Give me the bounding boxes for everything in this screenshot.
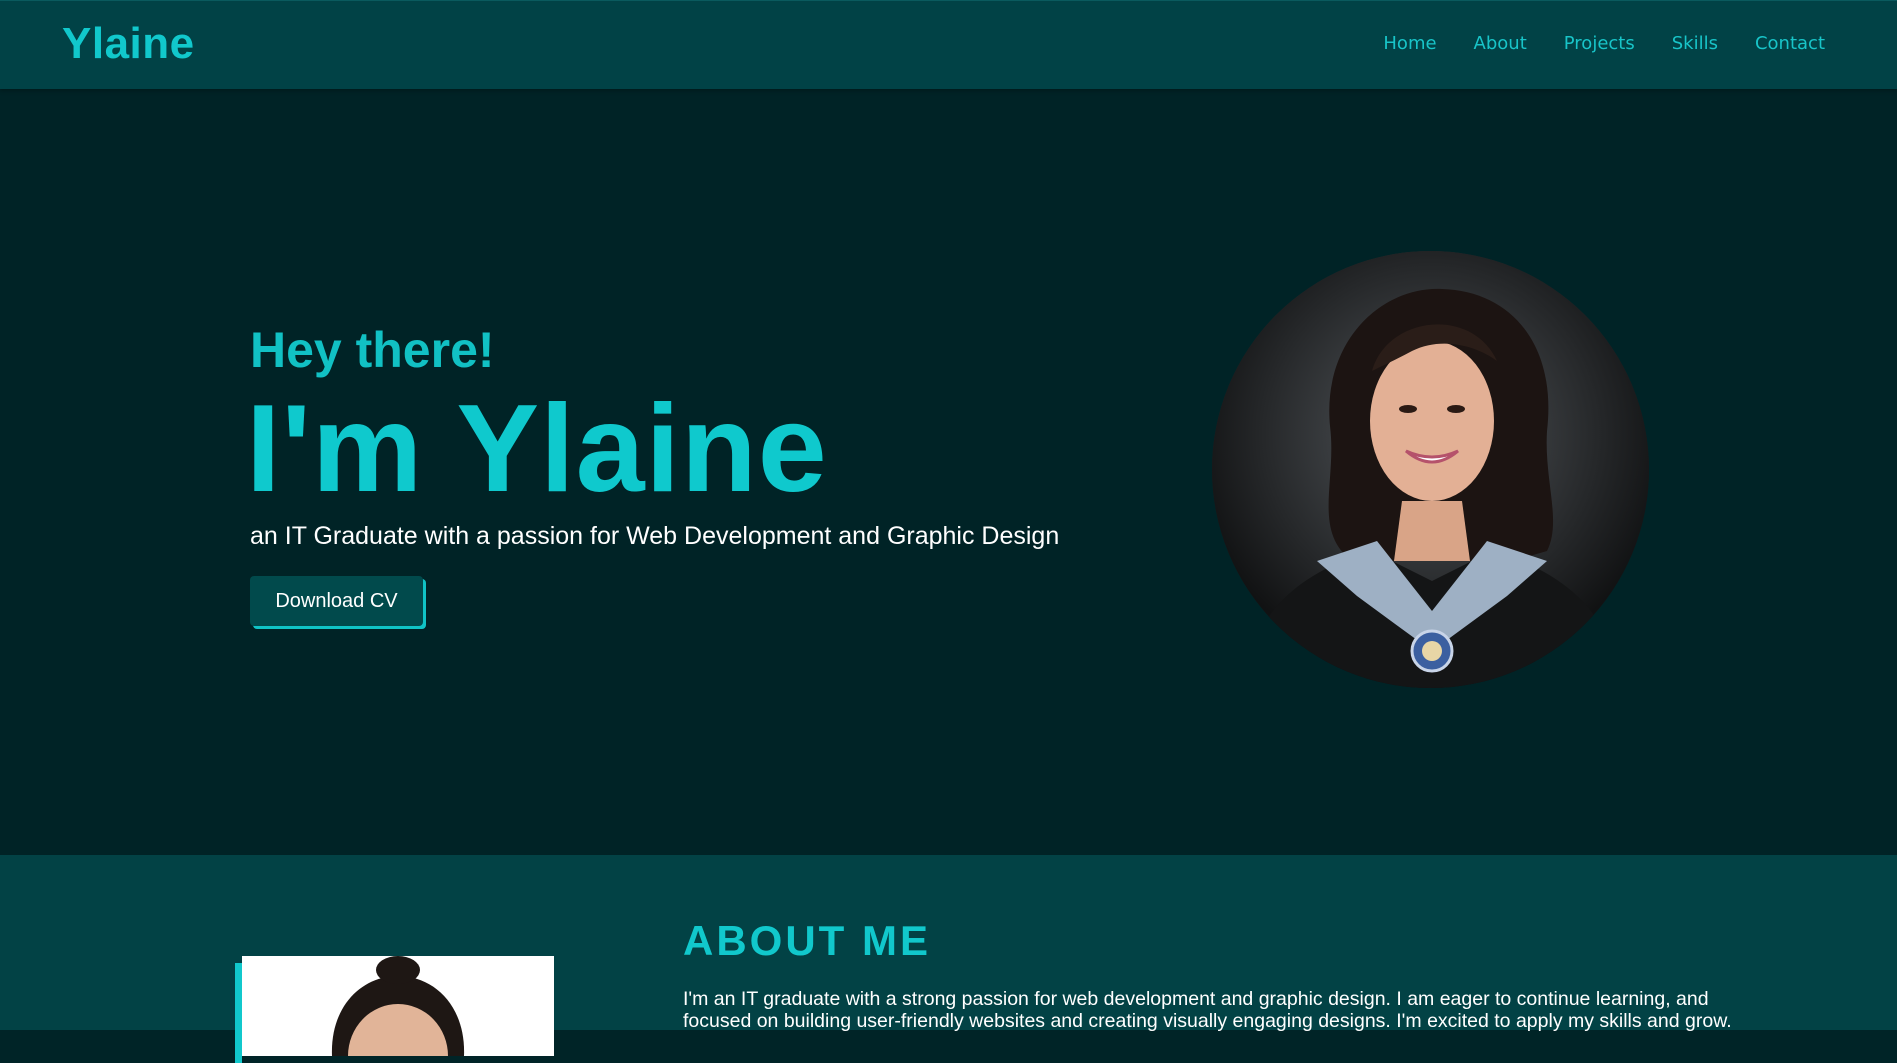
nav-skills-link[interactable]: Skills [1672,33,1718,54]
hero-name: I'm Ylaine [246,380,828,518]
site-logo[interactable]: Ylaine [62,19,195,69]
nav-contact-link[interactable]: Contact [1755,33,1825,54]
hero-greeting: Hey there! [250,322,495,378]
download-cv-button[interactable]: Download CV [250,576,423,626]
nav-about-link[interactable]: About [1474,33,1527,54]
nav-home-link[interactable]: Home [1383,33,1436,54]
about-section: ABOUT ME I'm an IT graduate with a stron… [0,855,1897,1063]
hero-tagline: an IT Graduate with a passion for Web De… [250,522,1060,550]
hero-section: Hey there! I'm Ylaine an IT Graduate wit… [0,89,1897,855]
site-header: Ylaine Home About Projects Skills Contac… [0,0,1897,89]
portrait-illustration [1212,251,1649,688]
main-nav: Home About Projects Skills Contact [1346,33,1825,54]
about-photo-illustration [242,956,554,1056]
about-paragraph: I'm an IT graduate with a strong passion… [683,988,1732,1032]
nav-projects-link[interactable]: Projects [1564,33,1635,54]
about-photo [242,956,554,1056]
about-title: ABOUT ME [683,917,931,964]
profile-portrait [1212,251,1649,688]
